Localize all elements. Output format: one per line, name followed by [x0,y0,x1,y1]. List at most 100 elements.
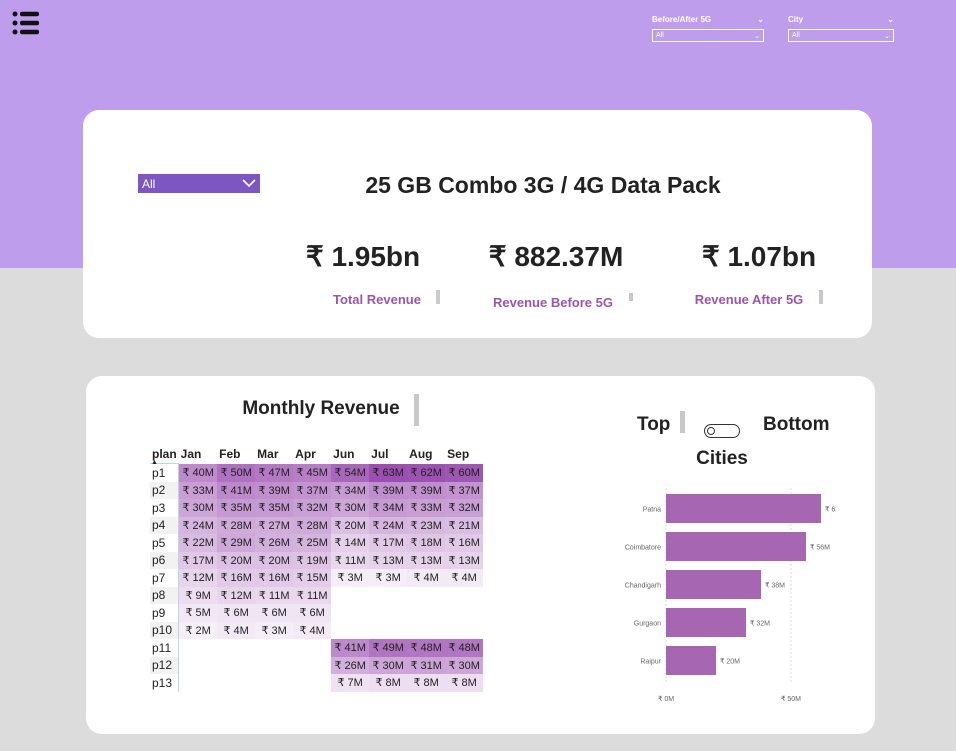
matrix-cell: ₹ 24M [369,516,408,534]
plan-row-header[interactable]: p9 [150,604,180,622]
matrix-cell: ₹ 31M [407,656,446,674]
city-dropdown[interactable]: All ⌄ [788,29,894,42]
matrix-cell: ₹ 39M [255,481,294,499]
matrix-cell: ₹ 28M [293,516,332,534]
menu-icon[interactable] [12,11,40,35]
matrix-cell: ₹ 3M [369,569,408,587]
matrix-cell: ₹ 39M [369,481,408,499]
plan-dropdown[interactable]: All [138,174,260,193]
matrix-cell [179,657,218,675]
chevron-down-icon: ⌄ [884,32,890,40]
top-bottom-toggle[interactable] [704,424,740,438]
summary-card: All 25 GB Combo 3G / 4G Data Pack ₹ 1.95… [83,110,872,338]
matrix-cell [331,587,369,605]
monthly-revenue-title: Monthly Revenue [242,398,400,419]
kpi-info-bar [629,293,633,301]
bar [666,532,806,561]
matrix-cell: ₹ 17M [178,551,218,569]
matrix-cell [293,639,331,657]
category-label: Coimbatore [625,545,661,552]
month-header[interactable]: Apr [293,444,331,464]
table-row: p6 ₹ 17M ₹ 20M ₹ 20M ₹ 19M ₹ 11M ₹ 13M ₹ 13M ₹ 1… [150,551,484,569]
plan-row-header[interactable]: p4 [150,516,180,534]
kpi-info-bar [436,290,440,304]
sort-ascending-icon[interactable]: ▲ [151,459,158,466]
matrix-cell: ₹ 54M [331,463,370,482]
matrix-cell: ₹ 12M [178,569,218,587]
matrix-cell: ₹ 15M [293,569,332,587]
matrix-body: p1 ₹ 40M ₹ 50M ₹ 47M ₹ 45M ₹ 54M ₹ 63M ₹ 62M ₹ 6… [150,463,484,692]
month-header[interactable]: Feb [217,444,255,464]
matrix-cell: ₹ 26M [331,656,370,674]
matrix-cell: ₹ 12M [217,586,256,604]
month-header[interactable]: Jun [331,444,369,464]
month-header[interactable]: Aug [407,444,445,464]
matrix-cell: ₹ 32M [445,499,484,517]
matrix-cell: ₹ 4M [407,569,446,587]
matrix-cell [293,657,331,675]
table-row: p13 ₹ 7M ₹ 8M ₹ 8M ₹ 8M [150,674,484,692]
plan-row-header[interactable]: p7 [150,569,180,587]
table-row: p9 ₹ 5M ₹ 6M ₹ 6M ₹ 6M [150,604,483,622]
title-info-bar [414,394,419,426]
matrix-cell: ₹ 2M [178,621,218,639]
toggle-top-label: Top [637,414,671,435]
plan-row-header[interactable]: p2 [150,481,180,499]
plan-row-header[interactable]: p11 [150,639,180,657]
plan-row-header[interactable]: p1 [150,463,180,482]
kpi-before-5g-label: Revenue Before 5G [493,295,613,310]
plan-row-header[interactable]: p5 [150,534,180,552]
matrix-cell: ₹ 16M [255,569,294,587]
matrix-cell: ₹ 9M [178,586,218,604]
data-label: ₹ 32M [750,620,770,628]
month-header[interactable]: Jul [369,444,407,464]
matrix-cell: ₹ 35M [217,499,256,517]
plan-row-header[interactable]: p10 [150,621,180,639]
chevron-down-icon[interactable]: ⌄ [887,15,894,24]
matrix-cell [369,622,407,640]
matrix-cell: ₹ 24M [178,516,218,534]
month-header[interactable]: Sep [445,444,483,464]
plan-column-header[interactable]: plan ▲ [150,444,179,466]
bar [666,608,746,637]
matrix-cell [255,639,293,657]
matrix-cell: ₹ 13M [369,551,408,569]
matrix-cell: ₹ 21M [445,516,484,534]
matrix-cell: ₹ 8M [369,674,408,692]
plan-row-header[interactable]: p3 [150,499,180,517]
plan-row-header[interactable]: p12 [150,656,180,674]
before-after-dropdown[interactable]: All ⌄ [652,29,764,42]
bar [666,646,716,675]
plan-row-header[interactable]: p8 [150,586,180,604]
matrix-cell: ₹ 48M [445,639,484,657]
matrix-cell: ₹ 30M [445,656,484,674]
month-header[interactable]: Mar [255,444,293,464]
matrix-cell: ₹ 47M [255,463,294,482]
kpi-before-5g-value: ₹ 882.37M [488,241,624,272]
city-slicer[interactable]: City ⌄ All ⌄ [788,13,894,42]
before-after-slicer[interactable]: Before/After 5G ⌄ All ⌄ [652,13,764,42]
matrix-cell [217,657,255,675]
table-row: p7 ₹ 12M ₹ 16M ₹ 16M ₹ 15M ₹ 3M ₹ 3M ₹ 4M ₹ 4M [150,569,484,587]
cities-bar-chart: ₹ 0M ₹ 50M Patna ₹ 62M Coimbatore ₹ 56M Chandi… [625,488,836,703]
matrix-cell: ₹ 32M [293,499,332,517]
plan-row-header[interactable]: p13 [150,674,180,692]
matrix-header-row: plan ▲ Jan Feb Mar Apr Jun Jul Aug Sep [150,444,483,466]
plan-row-header[interactable]: p6 [150,551,180,569]
table-row: p1 ₹ 40M ₹ 50M ₹ 47M ₹ 45M ₹ 54M ₹ 63M ₹ 62M ₹ 6… [150,463,484,482]
table-row: p3 ₹ 30M ₹ 35M ₹ 35M ₹ 32M ₹ 30M ₹ 34M ₹ 33M ₹ 3… [150,499,484,517]
matrix-cell: ₹ 49M [369,639,408,657]
matrix-cell: ₹ 41M [217,481,256,499]
kpi-total-revenue-value: ₹ 1.95bn [305,241,421,272]
plan-dropdown-value: All [142,176,156,191]
pack-title: 25 GB Combo 3G / 4G Data Pack [365,172,721,198]
matrix-cell [407,604,445,622]
matrix-cell [179,674,218,692]
month-header[interactable]: Jan [179,444,218,464]
category-label: Patna [643,507,661,514]
bar [666,494,821,523]
matrix-cell: ₹ 19M [293,551,332,569]
table-row: p2 ₹ 33M ₹ 41M ₹ 39M ₹ 37M ₹ 34M ₹ 39M ₹ 39M ₹ 3… [150,481,484,499]
data-label: ₹ 20M [720,658,740,666]
chevron-down-icon[interactable]: ⌄ [757,15,764,24]
